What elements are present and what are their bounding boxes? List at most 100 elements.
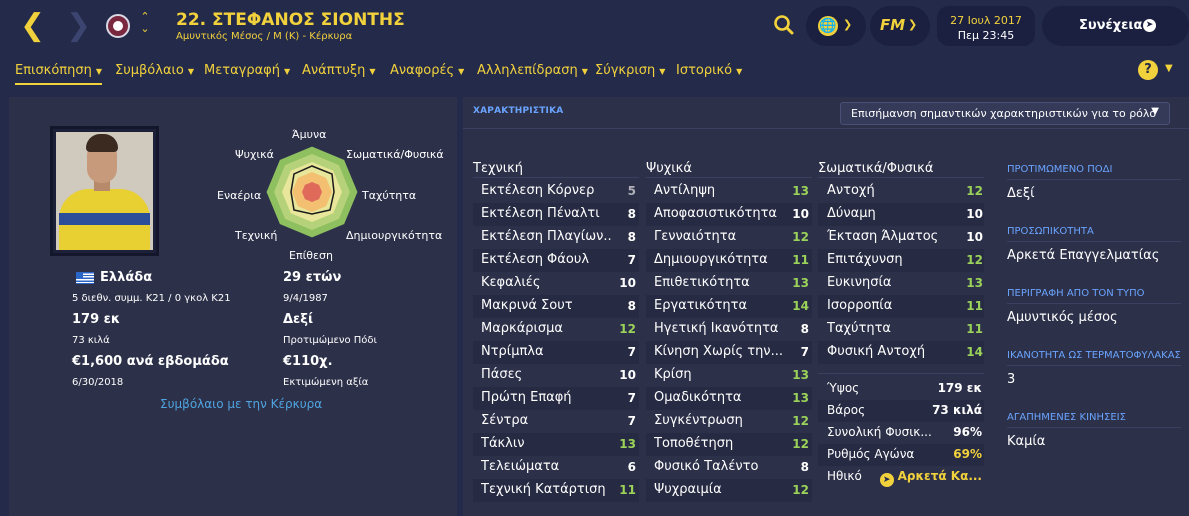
player-photo [50,126,159,256]
attribute-name[interactable]: Κρίση [654,367,782,382]
attribute-name[interactable]: Μαρκάρισμα [481,321,613,336]
chevron-down-icon: ▼ [1151,106,1159,117]
player-subtitle[interactable]: Αμυντικός Μέσος / M (K) - Κέρκυρα [176,31,352,42]
chevron-down-icon[interactable]: ▼ [1165,63,1173,74]
tab-reports[interactable]: Αναφορές ▼ [390,63,464,78]
attribute-value: 10 [619,276,636,290]
world-menu-button[interactable]: 🌐 ❯ [806,6,866,46]
attribute-name[interactable]: Γενναιότητα [654,229,782,244]
attribute-group-title-technical: Τεχνική [473,161,524,176]
physical-extra-name: Βάρος [827,403,866,417]
tab-transfer[interactable]: Μεταγραφή ▼ [204,63,290,78]
radar-label-speed: Ταχύτητα [362,189,417,202]
attribute-name[interactable]: Πρώτη Επαφή [481,390,613,405]
contract-with-club-link[interactable]: Συμβόλαιο με την Κέρκυρα [160,397,322,411]
attribute-name[interactable]: Κεφαλιές [481,275,613,290]
attribute-value: 12 [792,437,809,451]
attribute-name[interactable]: Επιτάχυνση [827,252,957,267]
divider [1007,365,1181,366]
attribute-name[interactable]: Δημιουργικότητα [654,252,782,267]
attribute-name[interactable]: Φυσικό Ταλέντο [654,459,782,474]
tab-history[interactable]: Ιστορικό ▼ [676,63,742,78]
tab-contract[interactable]: Συμβόλαιο ▼ [115,63,194,78]
search-icon[interactable] [771,12,797,38]
physical-extra-value: 69% [953,447,982,461]
radar-label-technique: Τεχνική [235,229,278,242]
side-info-value: Δεξί [1007,186,1035,201]
greece-flag-icon [76,272,94,284]
nationality[interactable]: Ελλάδα [100,270,152,285]
attributes-panel: ΧΑΡΑΚΤΗΡΙΣΤΙΚΑ Επισήμανση σημαντικών χαρ… [463,97,1189,516]
attribute-value: 5 [627,184,636,198]
highlight-role-attributes-select[interactable]: Επισήμανση σημαντικών χαρακτηριστικών γι… [840,102,1170,125]
attribute-name[interactable]: Επιθετικότητα [654,275,782,290]
wage: €1,600 ανά εβδομάδα [72,354,229,369]
preferred-foot: Δεξί [283,312,314,327]
side-info-heading: ΑΓΑΠΗΜΕΝΕΣ ΚΙΝΗΣΕΙΣ [1007,412,1126,423]
attribute-name[interactable]: Αποφασιστικότητα [654,206,782,221]
attribute-name[interactable]: Σέντρα [481,413,613,428]
attribute-name[interactable]: Αντοχή [827,183,957,198]
attribute-name[interactable]: Ταχύτητα [827,321,957,336]
radar-label-defence: Άμυνα [292,128,327,141]
current-date: 27 Ιουλ 2017 [950,14,1022,27]
attribute-name[interactable]: Τάκλιν [481,436,613,451]
attribute-name[interactable]: Ψυχραιμία [654,482,782,497]
attribute-value: 13 [966,276,983,290]
tab-overview[interactable]: Επισκόπηση ▼ [15,63,102,85]
tab-interaction[interactable]: Αλληλεπίδραση ▼ [477,63,588,78]
attribute-name[interactable]: Ευκινησία [827,275,957,290]
radar-label-creativity: Δημιουργικότητα [346,229,443,242]
attribute-value: 13 [619,437,636,451]
fm-menu-button[interactable]: FM ❯ [870,6,930,46]
attribute-value: 12 [619,322,636,336]
attribute-name[interactable]: Ισορροπία [827,298,957,313]
attribute-value: 13 [792,368,809,382]
attribute-name[interactable]: Εκτέλεση Πλαγίων... [481,229,613,244]
up-down-chevron-icon[interactable]: ⌃ ⌄ [138,11,152,35]
forward-arrow-icon[interactable]: ❯ [66,10,91,42]
attribute-name[interactable]: Μακρινά Σουτ [481,298,613,313]
continue-button[interactable]: Συνέχεια ➤ [1042,6,1189,46]
attribute-value: 14 [966,345,983,359]
attribute-value: 11 [966,322,983,336]
attribute-name[interactable]: Τοποθέτηση [654,436,782,451]
attribute-name[interactable]: Τεχνική Κατάρτιση [481,482,613,497]
date-display[interactable]: 27 Ιουλ 2017 Πεμ 23:45 [937,6,1035,46]
attribute-name[interactable]: Συγκέντρωση [654,413,782,428]
attribute-value: 12 [792,483,809,497]
attribute-name[interactable]: Τελειώματα [481,459,613,474]
attribute-name[interactable]: Πάσες [481,367,613,382]
attribute-name[interactable]: Ηγετική Ικανότητα [654,321,782,336]
attribute-name[interactable]: Εκτέλεση Πέναλτι [481,206,613,221]
age: 29 ετών [283,270,342,285]
club-crest-icon[interactable] [106,14,130,38]
attribute-name[interactable]: Έκταση Άλματος [827,229,957,244]
side-info-value: Αμυντικός μέσος [1007,310,1118,325]
chevron-down-icon: ❯ [843,18,853,31]
attribute-name[interactable]: Εκτέλεση Κόρνερ [481,183,613,198]
divider [818,177,984,178]
attribute-value: 11 [619,483,636,497]
tab-development[interactable]: Ανάπτυξη ▼ [302,63,376,78]
side-info-heading: ΠΕΡΙΓΡΑΦΗ ΑΠΟ ΤΟΝ ΤΥΠΟ [1007,288,1145,299]
attribute-name[interactable]: Φυσική Αντοχή [827,344,957,359]
attribute-name[interactable]: Δύναμη [827,206,957,221]
attribute-name[interactable]: Αντίληψη [654,183,782,198]
divider [1007,427,1181,428]
radar-label-physical: Σωματικά/Φυσικά [346,148,444,161]
attribute-name[interactable]: Ντρίμπλα [481,344,613,359]
help-icon[interactable]: ? [1138,60,1158,80]
current-time: Πεμ 23:45 [957,29,1015,42]
attribute-name[interactable]: Κίνηση Χωρίς την... [654,344,782,359]
attribute-value: 13 [792,391,809,405]
attribute-name[interactable]: Εκτέλεση Φάουλ [481,252,613,267]
attribute-name[interactable]: Ομαδικότητα [654,390,782,405]
back-arrow-icon[interactable]: ❮ [20,10,45,42]
attribute-value: 8 [627,299,636,313]
tab-comparison[interactable]: Σύγκριση ▼ [595,63,665,78]
attribute-value: 12 [792,230,809,244]
attribute-value: 13 [792,184,809,198]
attribute-name[interactable]: Εργατικότητα [654,298,782,313]
divider [1007,303,1181,304]
